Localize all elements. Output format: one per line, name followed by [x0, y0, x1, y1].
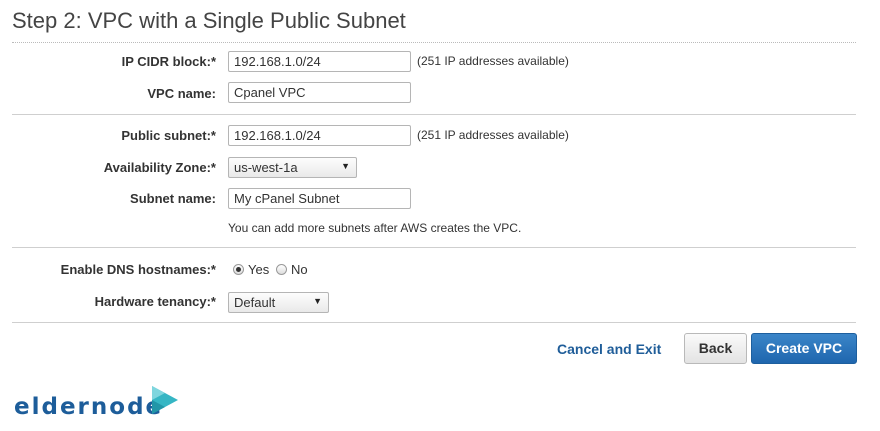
dns-yes-label[interactable]: Yes	[248, 262, 269, 277]
hardware-tenancy-value: Default	[234, 295, 276, 310]
create-vpc-button[interactable]: Create VPC	[751, 333, 857, 364]
chevron-down-icon: ▼	[313, 296, 322, 306]
play-arrow-icon	[152, 386, 178, 414]
dns-no-radio[interactable]	[276, 264, 287, 275]
back-button[interactable]: Back	[684, 333, 747, 364]
cidr-note: (251 IP addresses available)	[417, 54, 569, 68]
subnet-help-text: You can add more subnets after AWS creat…	[228, 221, 522, 235]
section-divider-3	[12, 322, 856, 323]
page-title: Step 2: VPC with a Single Public Subnet	[12, 8, 406, 33]
dns-hostnames-label: Enable DNS hostnames:*	[60, 262, 216, 277]
title-divider	[12, 42, 856, 43]
availability-zone-select[interactable]: us-west-1a ▼	[228, 157, 357, 178]
logo-text: eldernode	[14, 394, 164, 420]
chevron-down-icon: ▼	[341, 161, 350, 171]
cancel-and-exit-button[interactable]: Cancel and Exit	[557, 341, 661, 357]
hardware-tenancy-select[interactable]: Default ▼	[228, 292, 329, 313]
subnet-name-input[interactable]	[228, 188, 411, 209]
vpc-name-input[interactable]	[228, 82, 411, 103]
section-divider-1	[12, 114, 856, 115]
subnet-name-label: Subnet name:	[130, 191, 216, 206]
section-divider-2	[12, 247, 856, 248]
dns-no-label[interactable]: No	[291, 262, 308, 277]
public-subnet-label: Public subnet:*	[121, 128, 216, 143]
public-subnet-note: (251 IP addresses available)	[417, 128, 569, 142]
public-subnet-input[interactable]	[228, 125, 411, 146]
cidr-label: IP CIDR block:*	[121, 54, 216, 69]
availability-zone-value: us-west-1a	[234, 160, 298, 175]
cidr-input[interactable]	[228, 51, 411, 72]
dns-yes-radio[interactable]	[233, 264, 244, 275]
vpc-name-label: VPC name:	[147, 86, 216, 101]
hardware-tenancy-label: Hardware tenancy:*	[94, 294, 216, 309]
availability-zone-label: Availability Zone:*	[103, 160, 216, 175]
